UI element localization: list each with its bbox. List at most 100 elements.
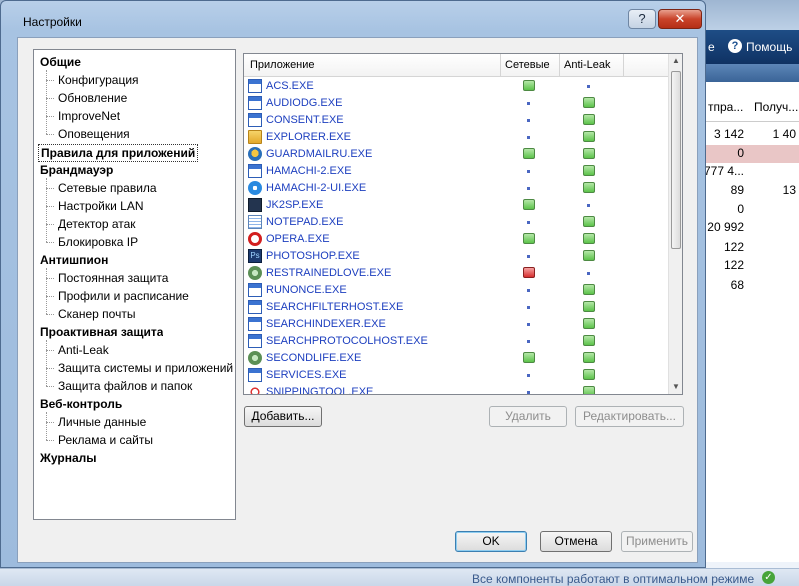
nav-subitem[interactable]: Профили и расписание (58, 288, 236, 304)
network-rule-unset-dot[interactable] (527, 102, 530, 105)
nav-category[interactable]: Журналы (40, 450, 96, 466)
app-rule-row[interactable]: OPERA.EXE (244, 231, 668, 248)
add-button[interactable]: Добавить... (244, 406, 322, 427)
antileak-allow-icon[interactable] (583, 250, 595, 261)
apply-button[interactable]: Применить (621, 531, 693, 552)
network-rule-unset-dot[interactable] (527, 255, 530, 258)
antileak-allow-icon[interactable] (583, 216, 595, 227)
antileak-allow-icon[interactable] (583, 182, 595, 193)
app-rule-row[interactable]: GUARDMAILRU.EXE (244, 146, 668, 163)
network-rule-unset-dot[interactable] (527, 136, 530, 139)
app-rule-row[interactable]: SECONDLIFE.EXE (244, 350, 668, 367)
antileak-allow-icon[interactable] (583, 233, 595, 244)
antileak-allow-icon[interactable] (583, 131, 595, 142)
network-allow-icon[interactable] (523, 352, 535, 363)
app-rule-row[interactable]: EXPLORER.EXE (244, 129, 668, 146)
app-rule-row[interactable]: CONSENT.EXE (244, 112, 668, 129)
nav-subitem[interactable]: Anti-Leak (58, 342, 236, 358)
col-header-app[interactable]: Приложение (250, 59, 315, 71)
nav-subitem[interactable]: Личные данные (58, 414, 236, 430)
nav-subitem[interactable]: Оповещения (58, 126, 236, 142)
antileak-allow-icon[interactable] (583, 386, 595, 394)
nav-subitem[interactable]: Сетевые правила (58, 180, 236, 196)
col-header-network[interactable]: Сетевые (505, 59, 550, 71)
app-rule-row[interactable]: SNIPPINGTOOL.EXE (244, 384, 668, 394)
antileak-allow-icon[interactable] (583, 369, 595, 380)
nav-subitem[interactable]: ImproveNet (58, 108, 236, 124)
app-rule-row[interactable]: RESTRAINEDLOVE.EXE (244, 265, 668, 282)
antileak-allow-icon[interactable] (583, 165, 595, 176)
app-rule-row[interactable]: JK2SP.EXE (244, 197, 668, 214)
antileak-allow-icon[interactable] (583, 352, 595, 363)
ok-button[interactable]: OK (455, 531, 527, 552)
help-icon[interactable]: ? (728, 39, 742, 53)
app-rule-row[interactable]: HAMACHI-2-UI.EXE (244, 180, 668, 197)
nav-subitem[interactable]: Защита системы и приложений (58, 360, 236, 376)
network-rule-unset-dot[interactable] (527, 323, 530, 326)
network-allow-icon[interactable] (523, 80, 535, 91)
scroll-up-icon[interactable]: ▲ (669, 54, 682, 68)
app-rule-row[interactable]: SERVICES.EXE (244, 367, 668, 384)
nav-category[interactable]: Веб-контроль (40, 396, 122, 412)
antileak-allow-icon[interactable] (583, 148, 595, 159)
app-rule-row[interactable]: Ps PHOTOSHOP.EXE (244, 248, 668, 265)
nav-category[interactable]: Брандмауэр (40, 162, 113, 178)
network-allow-icon[interactable] (523, 199, 535, 210)
nav-subitem[interactable]: Постоянная защита (58, 270, 236, 286)
antileak-allow-icon[interactable] (583, 97, 595, 108)
antileak-allow-icon[interactable] (583, 318, 595, 329)
network-rule-unset-dot[interactable] (527, 374, 530, 377)
col-header-antileak[interactable]: Anti-Leak (564, 59, 610, 71)
app-rule-row[interactable]: SEARCHINDEXER.EXE (244, 316, 668, 333)
nav-subitem[interactable]: Обновление (58, 90, 236, 106)
antileak-allow-icon[interactable] (583, 114, 595, 125)
delete-button[interactable]: Удалить (489, 406, 567, 427)
network-rule-unset-dot[interactable] (527, 187, 530, 190)
nav-subitem[interactable]: Детектор атак (58, 216, 236, 232)
app-rule-row[interactable]: SEARCHFILTERHOST.EXE (244, 299, 668, 316)
network-allow-icon[interactable] (523, 233, 535, 244)
antileak-allow-icon[interactable] (583, 335, 595, 346)
network-rule-unset-dot[interactable] (527, 221, 530, 224)
list-vertical-scrollbar[interactable]: ▲ ▼ (668, 54, 682, 394)
edit-button[interactable]: Редактировать... (575, 406, 684, 427)
traffic-col-header-received[interactable]: Получ... (754, 100, 798, 114)
antileak-rule-unset-dot[interactable] (587, 272, 590, 275)
traffic-col-header-sent[interactable]: тпра... (708, 100, 743, 114)
app-rule-row[interactable]: HAMACHI-2.EXE (244, 163, 668, 180)
help-link[interactable]: Помощь (746, 40, 792, 54)
cancel-button[interactable]: Отмена (540, 531, 612, 552)
nav-category[interactable]: Правила для приложений (38, 144, 199, 162)
app-rule-row[interactable]: SEARCHPROTOCOLHOST.EXE (244, 333, 668, 350)
scroll-down-icon[interactable]: ▼ (669, 380, 682, 394)
nav-subitem[interactable]: Блокировка IP (58, 234, 236, 250)
nav-subitem[interactable]: Защита файлов и папок (58, 378, 236, 394)
network-rule-unset-dot[interactable] (527, 289, 530, 292)
app-rule-row[interactable]: ACS.EXE (244, 78, 668, 95)
app-rule-row[interactable]: AUDIODG.EXE (244, 95, 668, 112)
network-rule-unset-dot[interactable] (527, 306, 530, 309)
network-block-icon[interactable] (523, 267, 535, 278)
nav-subitem[interactable]: Конфигурация (58, 72, 236, 88)
network-rule-unset-dot[interactable] (527, 391, 530, 394)
antileak-rule-unset-dot[interactable] (587, 85, 590, 88)
network-rule-unset-dot[interactable] (527, 170, 530, 173)
app-rule-row[interactable]: RUNONCE.EXE (244, 282, 668, 299)
network-rule-unset-dot[interactable] (527, 340, 530, 343)
nav-category[interactable]: Общие (40, 54, 81, 70)
nav-subitem[interactable]: Сканер почты (58, 306, 236, 322)
nav-subitem[interactable]: Настройки LAN (58, 198, 236, 214)
antileak-allow-icon[interactable] (583, 284, 595, 295)
status-bar: Все компоненты работают в оптимальном ре… (0, 568, 799, 586)
antileak-rule-unset-dot[interactable] (587, 204, 590, 207)
scroll-thumb[interactable] (671, 71, 681, 249)
dialog-close-button[interactable]: ✕ (658, 9, 702, 29)
nav-subitem[interactable]: Реклама и сайты (58, 432, 236, 448)
network-allow-icon[interactable] (523, 148, 535, 159)
nav-category[interactable]: Антишпион (40, 252, 108, 268)
dialog-help-button[interactable]: ? (628, 9, 656, 29)
nav-category[interactable]: Проактивная защита (40, 324, 163, 340)
network-rule-unset-dot[interactable] (527, 119, 530, 122)
antileak-allow-icon[interactable] (583, 301, 595, 312)
app-rule-row[interactable]: NOTEPAD.EXE (244, 214, 668, 231)
